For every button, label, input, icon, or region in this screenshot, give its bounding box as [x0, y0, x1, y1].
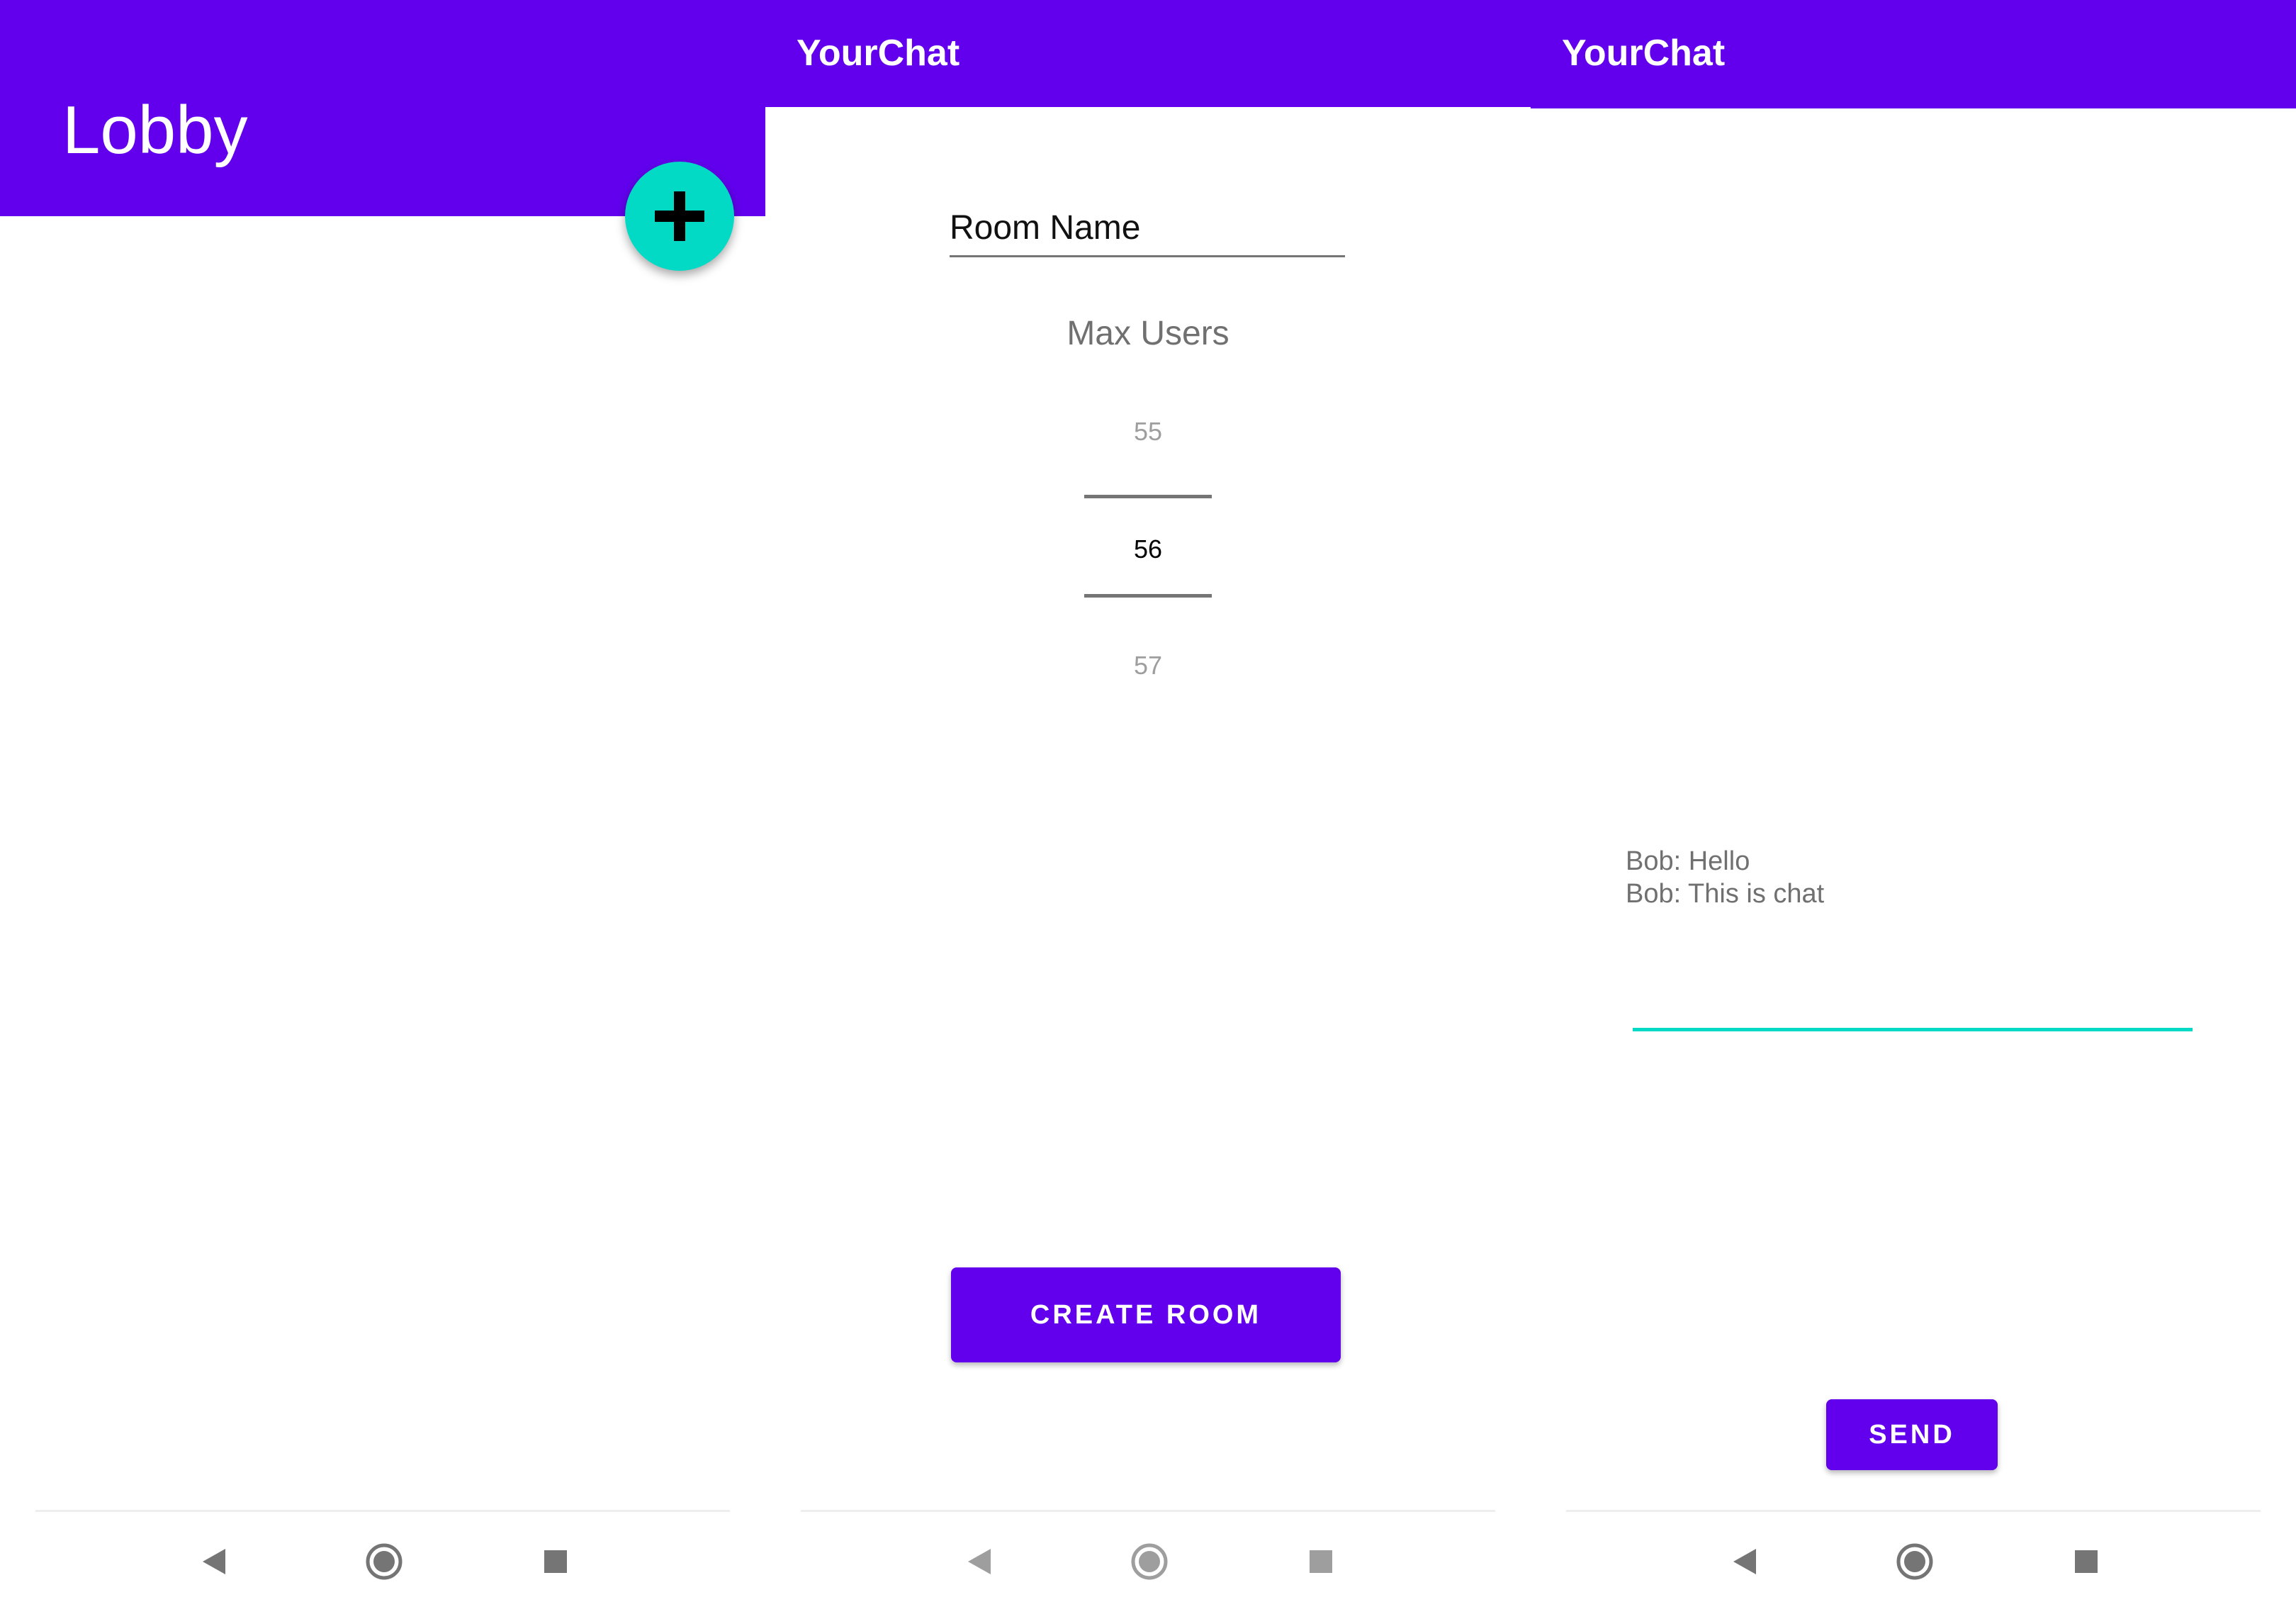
- chat-app-bar: YourChat: [1531, 0, 2296, 108]
- nav-recent-apps-button[interactable]: [1300, 1540, 1342, 1583]
- recent-apps-icon: [2075, 1550, 2098, 1573]
- max-users-label: Max Users: [1067, 315, 1229, 352]
- add-icon: [655, 191, 704, 241]
- max-users-selected-value[interactable]: 56: [765, 532, 1531, 567]
- nav-home-button[interactable]: [363, 1540, 405, 1583]
- nav-recent-apps-button[interactable]: [2065, 1540, 2108, 1583]
- app-title: YourChat: [797, 33, 960, 74]
- system-nav-bar: [801, 1510, 1495, 1602]
- home-icon: [1896, 1543, 1933, 1580]
- max-users-previous-value[interactable]: 55: [765, 414, 1531, 449]
- max-users-next-value[interactable]: 57: [765, 648, 1531, 683]
- back-icon: [1733, 1549, 1756, 1574]
- app-title: YourChat: [1562, 33, 1726, 74]
- room-name-placeholder: Room Name: [950, 209, 1141, 247]
- nav-back-button[interactable]: [193, 1540, 235, 1583]
- send-button[interactable]: SEND: [1826, 1399, 1998, 1470]
- message-item: Bob: This is chat: [1626, 879, 1825, 909]
- nav-home-button[interactable]: [1128, 1540, 1171, 1583]
- lobby-screen: Lobby: [0, 0, 765, 1602]
- recent-apps-icon: [544, 1550, 567, 1573]
- home-icon: [366, 1543, 403, 1580]
- picker-divider-top: [1084, 495, 1212, 498]
- nav-back-button[interactable]: [1723, 1540, 1766, 1583]
- message-item: Bob: Hello: [1626, 846, 1750, 876]
- system-nav-bar: [1566, 1510, 2261, 1602]
- back-icon: [203, 1549, 225, 1574]
- recent-apps-icon: [1310, 1550, 1332, 1573]
- chat-screen: YourChat Bob: Hello Bob: This is chat SE…: [1531, 0, 2296, 1602]
- home-icon: [1131, 1543, 1168, 1580]
- message-input[interactable]: [1633, 950, 2193, 1031]
- nav-back-button[interactable]: [958, 1540, 1001, 1583]
- picker-divider-bottom: [1084, 594, 1212, 598]
- lobby-title: Lobby: [62, 92, 248, 168]
- room-name-field[interactable]: Room Name: [950, 203, 1345, 257]
- message-list: Bob: Hello Bob: This is chat: [1626, 845, 2193, 910]
- back-icon: [968, 1549, 991, 1574]
- nav-recent-apps-button[interactable]: [534, 1540, 577, 1583]
- system-nav-bar: [35, 1510, 730, 1602]
- nav-home-button[interactable]: [1893, 1540, 1936, 1583]
- add-room-fab-button[interactable]: [625, 162, 734, 271]
- create-room-button[interactable]: CREATE ROOM: [951, 1267, 1341, 1362]
- create-room-app-bar: YourChat: [765, 0, 1531, 107]
- create-room-screen: YourChat Room Name Max Users 55 56 57 CR…: [765, 0, 1531, 1602]
